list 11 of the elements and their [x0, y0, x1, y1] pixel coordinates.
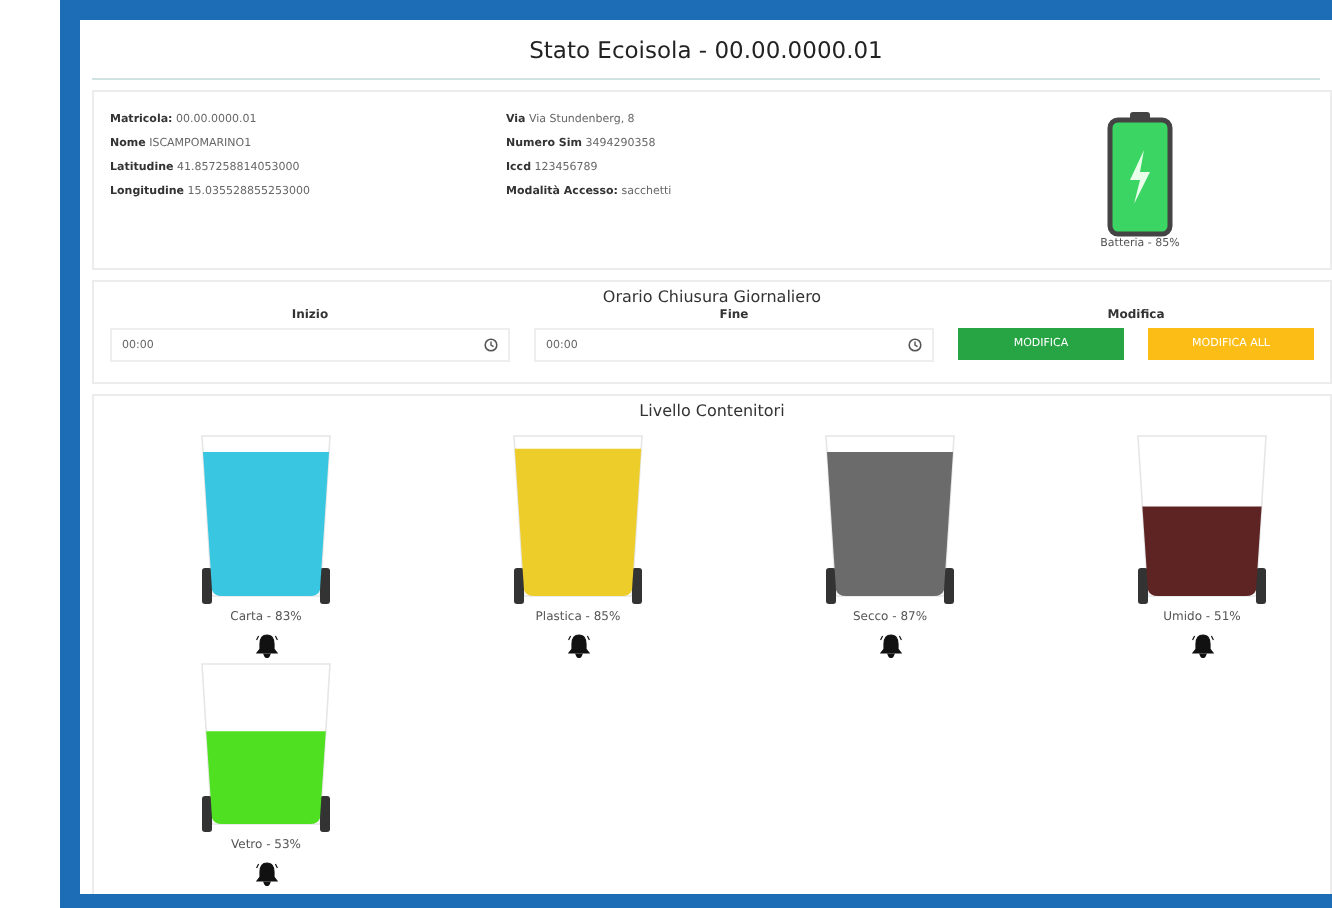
clock-icon — [484, 338, 498, 352]
section-title: Livello Contenitori — [639, 402, 785, 420]
bell-icon — [567, 634, 589, 658]
clock-icon — [908, 338, 922, 352]
bell-icon — [255, 862, 277, 886]
page-title: Stato Ecoisola - 00.00.0000.01 — [529, 35, 883, 63]
bell-icon — [1191, 634, 1213, 658]
battery-icon — [1106, 110, 1174, 238]
bell-icon — [255, 634, 277, 658]
bell-icon — [879, 634, 901, 658]
section-title: Orario Chiusura Giornaliero — [602, 288, 822, 306]
